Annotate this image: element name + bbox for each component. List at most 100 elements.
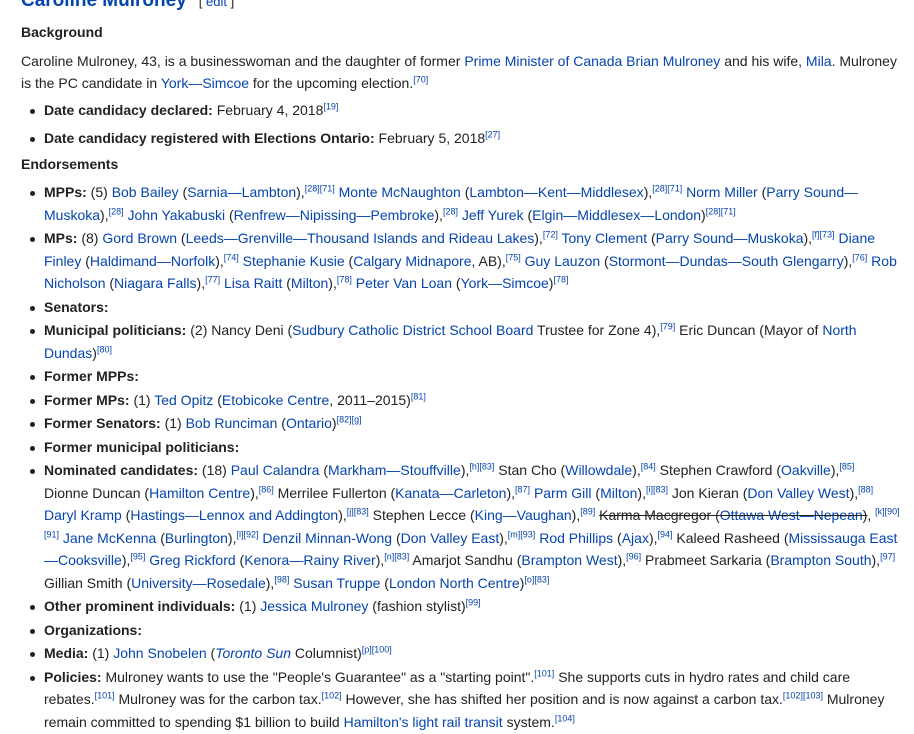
link-riding[interactable]: Hastings—Lennox and Addington [130,507,338,523]
ref-link[interactable]: [89] [580,506,595,516]
ref-link[interactable]: [m][93] [508,529,536,539]
ref-link[interactable]: [87] [515,484,530,494]
link-riding[interactable]: Burlington [165,530,228,546]
ref-link[interactable]: [104] [555,713,575,723]
link-person[interactable]: Jessica Mulroney [260,598,368,614]
link-person[interactable]: Peter Van Loan [356,275,452,291]
link-riding[interactable]: Parry Sound—Muskoka [656,230,804,246]
ref-link[interactable]: [97] [880,551,895,561]
link-person[interactable]: Susan Truppe [293,575,380,591]
link-riding[interactable]: Don Valley West [747,485,849,501]
link-riding[interactable]: Stormont—Dundas—South Glengarry [609,253,844,269]
link-riding[interactable]: Lambton—Kent—Middlesex [469,184,643,200]
ref-link[interactable]: [78] [337,274,352,284]
link-mila[interactable]: Mila [806,53,832,69]
ref-link[interactable]: [74] [224,252,239,262]
link-person[interactable]: John Snobelen [113,645,206,661]
link-riding[interactable]: Etobicoke Centre [222,392,329,408]
link-person[interactable]: Greg Rickford [149,552,235,568]
ref-link[interactable]: [j][83] [347,506,369,516]
ref-link[interactable]: [28] [443,206,458,216]
link-hamilton-lrt[interactable]: Hamilton's light rail transit [344,714,503,730]
link-riding[interactable]: Markham—Stouffville [328,462,461,478]
ref-link[interactable]: [28][71] [706,206,736,216]
link-riding[interactable]: London North Centre [389,575,520,591]
link-person[interactable]: Tony Clement [561,230,647,246]
link-riding[interactable]: Don Valley East [401,530,500,546]
ref-link[interactable]: [72] [543,229,558,239]
ref-link[interactable]: [96] [626,551,641,561]
ref-link[interactable]: [78] [553,274,568,284]
ref-link[interactable]: [p][100] [362,644,392,654]
link-riding[interactable]: Ontario [286,415,332,431]
edit-link[interactable]: edit [206,0,227,9]
link-person[interactable]: Jeff Yurek [462,207,524,223]
ref-link[interactable]: [28] [109,206,124,216]
link-person[interactable]: Guy Lauzon [525,253,601,269]
link-person[interactable]: Monte McNaughton [339,184,461,200]
link-riding[interactable]: Renfrew—Nipissing—Pembroke [234,207,435,223]
ref-link[interactable]: [o][83] [524,574,549,584]
ref-link[interactable]: [99] [466,597,481,607]
ref-link[interactable]: [82][g] [337,414,362,424]
link-person[interactable]: John Yakabuski [128,207,226,223]
link-riding[interactable]: Ajax [622,530,649,546]
ref-link[interactable]: [86] [259,484,274,494]
link-school-board[interactable]: Sudbury Catholic District School Board [292,322,533,338]
ref-link[interactable]: [l][92] [236,529,258,539]
link-person[interactable]: Paul Calandra [231,462,320,478]
link-person[interactable]: Parm Gill [534,485,592,501]
ref-link[interactable]: [27] [485,129,500,139]
link-riding[interactable]: York—Simcoe [461,275,549,291]
link-person[interactable]: Rod Phillips [539,530,613,546]
link-person[interactable]: Daryl Kramp [44,507,122,523]
link-person[interactable]: Bob Runciman [186,415,278,431]
ref-link[interactable]: [70] [413,74,428,84]
ref-link[interactable]: [76] [852,252,867,262]
link-brian-mulroney[interactable]: Prime Minister of Canada Brian Mulroney [464,53,720,69]
link-riding[interactable]: Milton [291,275,328,291]
ref-link[interactable]: [98] [274,574,289,584]
link-riding[interactable]: Oakville [781,462,831,478]
link-riding[interactable]: Leeds—Grenville—Thousand Islands and Rid… [186,230,535,246]
ref-link[interactable]: [95] [130,551,145,561]
link-person[interactable]: Gord Brown [102,230,177,246]
ref-link[interactable]: [28][71] [652,183,682,193]
ref-link[interactable]: [77] [205,274,220,284]
link-riding[interactable]: Brampton West [521,552,617,568]
ref-link[interactable]: [i][83] [646,484,668,494]
link-toronto-sun[interactable]: Toronto Sun [215,645,291,661]
link-riding[interactable]: Sarnia—Lambton [187,184,296,200]
link-riding[interactable]: University—Rosedale [131,575,266,591]
ref-link[interactable]: [84] [641,461,656,471]
link-riding[interactable]: Ottawa West—Nepean [720,507,863,523]
link-person[interactable]: Norm Miller [686,184,758,200]
ref-link[interactable]: [102][103] [783,690,823,700]
ref-link[interactable]: [h][83] [469,461,494,471]
link-person[interactable]: Jane McKenna [63,530,156,546]
link-riding[interactable]: Willowdale [565,462,632,478]
link-riding[interactable]: Milton [600,485,637,501]
link-york-simcoe[interactable]: York—Simcoe [161,75,249,91]
ref-link[interactable]: [n][83] [384,551,409,561]
link-riding[interactable]: Kenora—Rainy River [244,552,376,568]
ref-link[interactable]: [102] [322,690,342,700]
ref-link[interactable]: [80] [97,344,112,354]
link-riding[interactable]: Haldimand—Norfolk [90,253,215,269]
link-riding[interactable]: Niagara Falls [114,275,196,291]
link-person[interactable]: Lisa Raitt [224,275,282,291]
link-riding[interactable]: Brampton South [770,552,871,568]
link-riding[interactable]: King—Vaughan [475,507,572,523]
ref-link[interactable]: [85] [839,461,854,471]
ref-link[interactable]: [101] [534,668,554,678]
link-riding[interactable]: Elgin—Middlesex—London [532,207,701,223]
link-riding[interactable]: Calgary Midnapore [353,253,471,269]
ref-link[interactable]: [f][73] [812,229,835,239]
link-riding[interactable]: Kanata—Carleton [395,485,506,501]
ref-link[interactable]: [79] [660,321,675,331]
ref-link[interactable]: [75] [506,252,521,262]
ref-link[interactable]: [94] [658,529,673,539]
ref-link[interactable]: [101] [95,690,115,700]
ref-link[interactable]: [88] [858,484,873,494]
link-person[interactable]: Ted Opitz [154,392,213,408]
